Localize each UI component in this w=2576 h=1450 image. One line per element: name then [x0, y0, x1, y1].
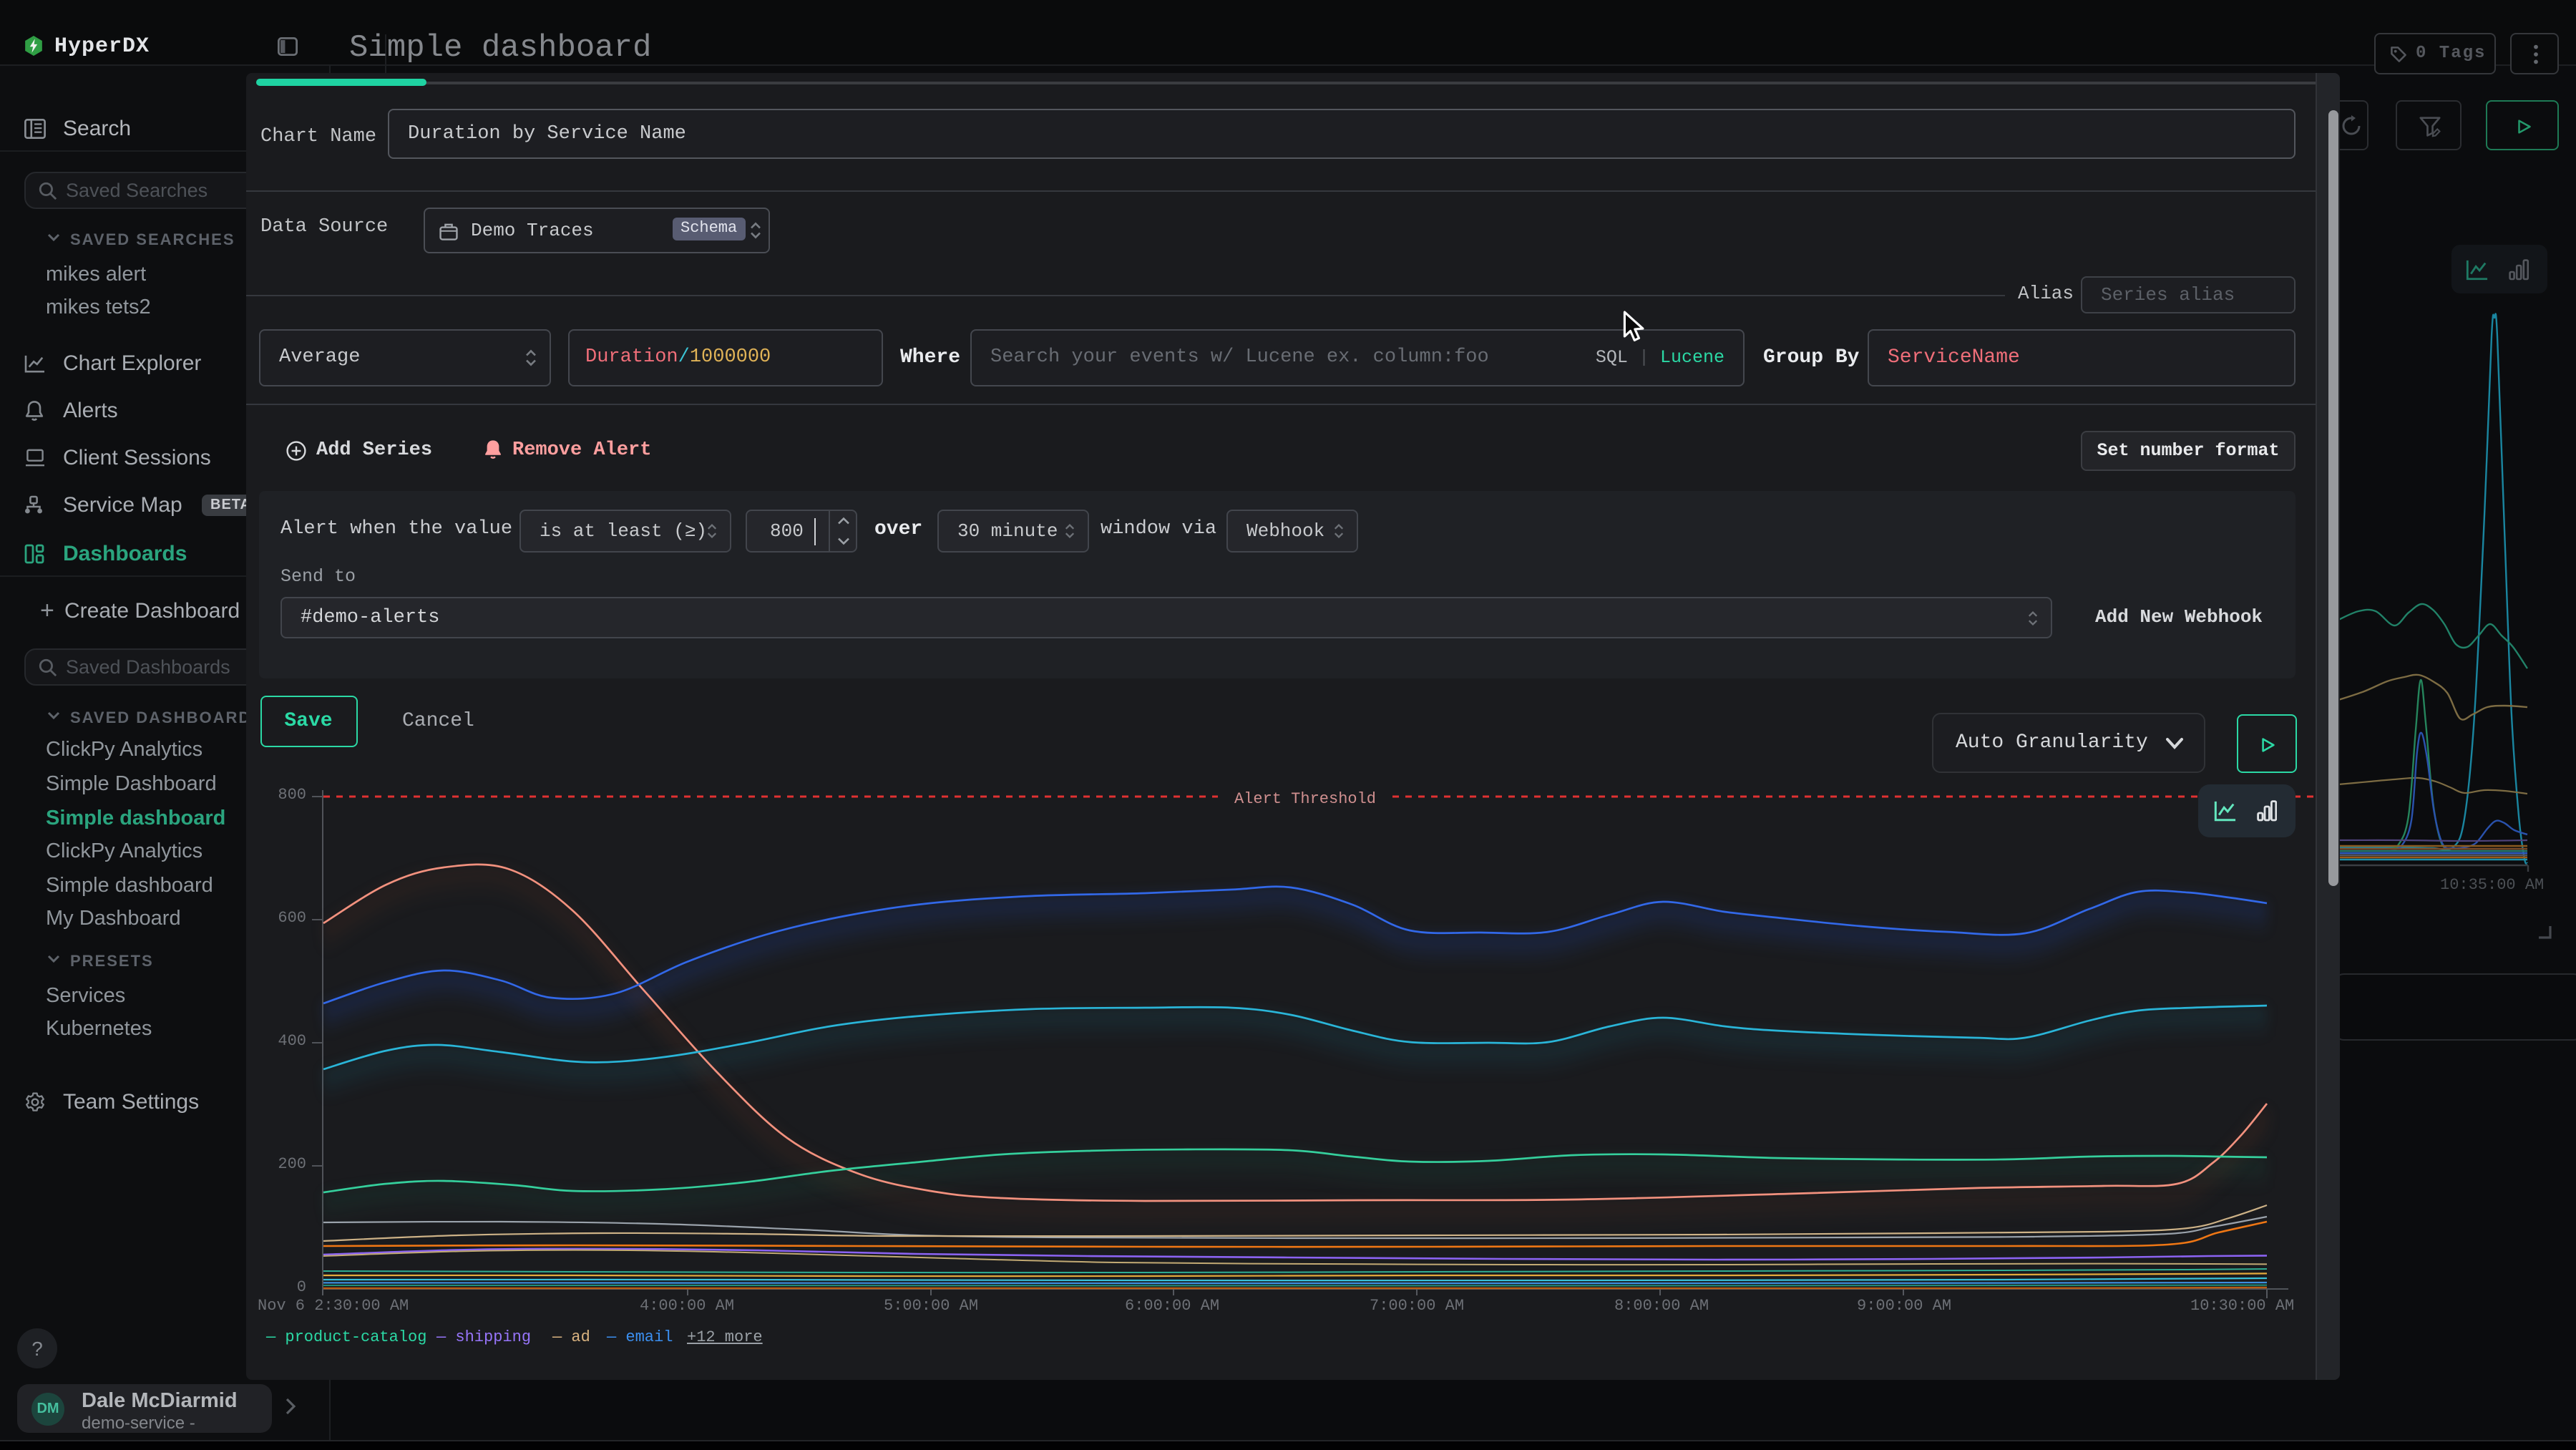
svg-text:Alert Threshold: Alert Threshold — [1234, 790, 1376, 808]
